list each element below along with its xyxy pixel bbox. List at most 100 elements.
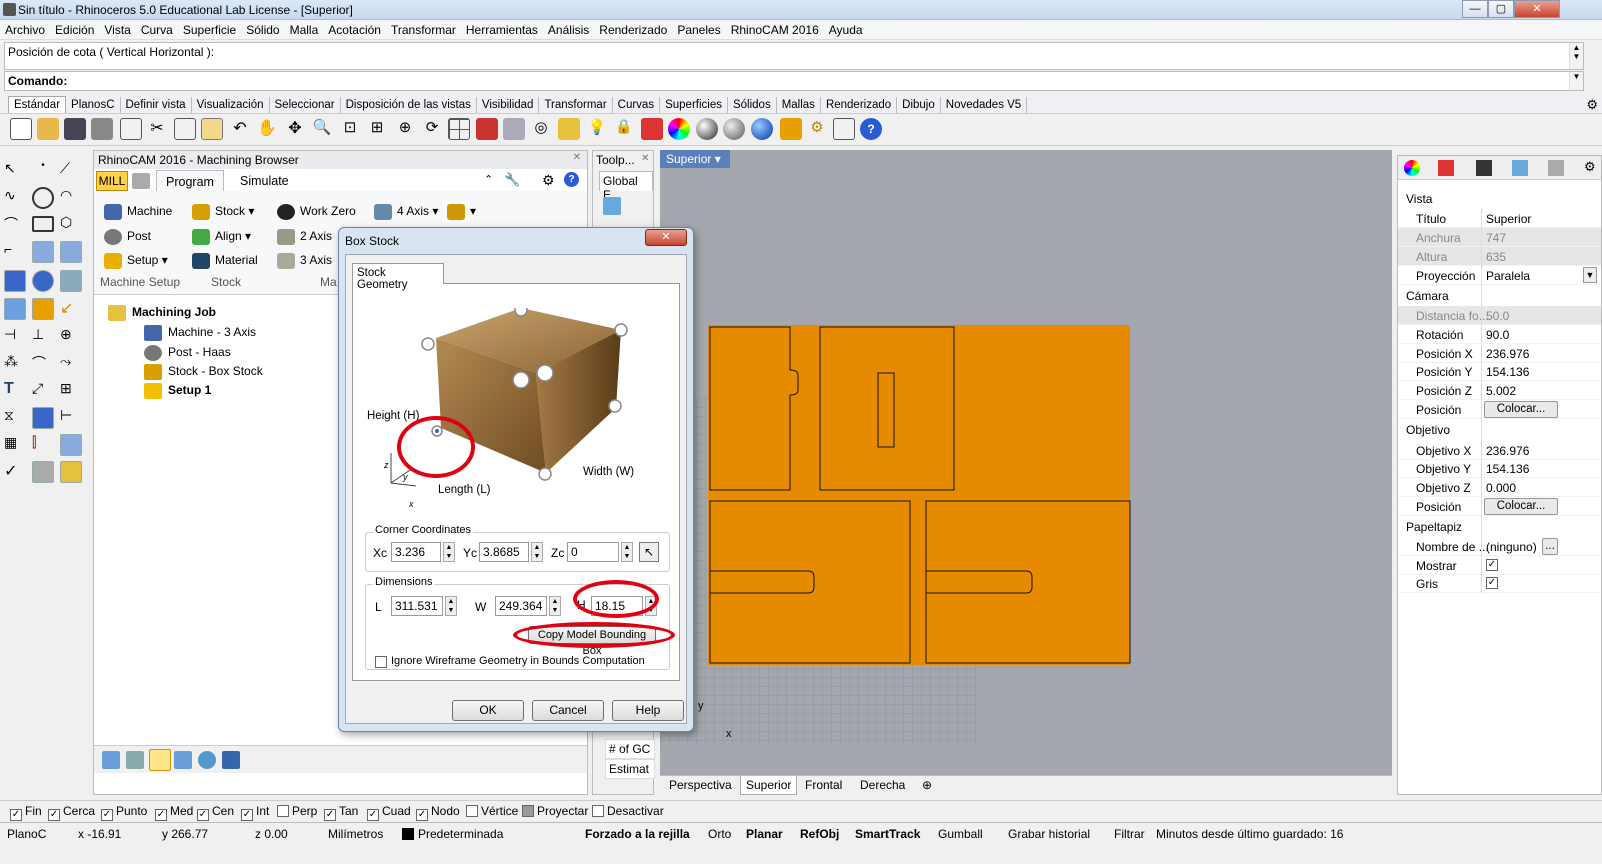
menu-vista[interactable]: Vista	[99, 20, 135, 40]
rectangle-icon[interactable]	[32, 216, 54, 232]
menu-ayuda[interactable]: Ayuda	[824, 20, 868, 40]
bottom-tool-2-icon[interactable]	[126, 751, 144, 769]
osnap-int[interactable]: ✓ Int	[241, 804, 269, 821]
corner-handle-bottom[interactable]	[538, 467, 552, 481]
ignore-wireframe-checkbox[interactable]	[375, 656, 387, 668]
command-line-scrollbar[interactable]: ▼	[1569, 72, 1583, 90]
tree-machine[interactable]: Machine - 3 Axis	[144, 325, 256, 341]
status-refobj[interactable]: RefObj	[800, 827, 839, 841]
osnap-cerca[interactable]: ✓ Cerca	[48, 804, 95, 821]
tab-estandar[interactable]: Estándar	[8, 96, 67, 113]
osnap-med[interactable]: ✓ Med	[155, 804, 193, 821]
xc-input[interactable]: 3.236	[391, 542, 441, 562]
tab-disposicion[interactable]: Disposición de las vistas	[341, 97, 477, 113]
osnap-tan[interactable]: ✓ Tan	[324, 804, 358, 821]
new-file-icon[interactable]	[10, 118, 32, 140]
setup-button[interactable]: Setup ▾	[104, 250, 168, 270]
rotate-view-icon[interactable]: ⟳	[421, 118, 443, 140]
grid-array-icon[interactable]: ▦	[4, 434, 26, 456]
4-axis-button[interactable]: 4 Axis ▾	[374, 201, 438, 221]
dimension-left-icon[interactable]: ⊢	[60, 407, 82, 429]
prop-rotacion[interactable]: Rotación 90.0	[1398, 325, 1601, 344]
select-arrow-icon[interactable]: ↖	[4, 160, 26, 182]
gris-checkbox[interactable]: ✓	[1486, 577, 1498, 589]
pan-hand-icon[interactable]: ✋	[256, 118, 278, 140]
zoom-icon[interactable]: 🔍	[311, 118, 333, 140]
tab-simulate[interactable]: Simulate	[240, 174, 289, 188]
menu-paneles[interactable]: Paneles	[672, 20, 725, 40]
tab-curvas[interactable]: Curvas	[613, 97, 661, 113]
menu-renderizado[interactable]: Renderizado	[594, 20, 672, 40]
check-icon[interactable]: ✓	[4, 461, 26, 483]
osnap-fin[interactable]: ✓ Fin	[10, 804, 42, 821]
nested-parts-drawing[interactable]	[708, 325, 1133, 670]
mill-mode-button[interactable]: MILL	[96, 171, 128, 191]
3-axis-button[interactable]: 3 Axis	[277, 250, 332, 270]
toolpath-icon[interactable]	[603, 197, 621, 215]
properties-viewport-icon[interactable]	[1512, 160, 1528, 176]
render-sphere-icon[interactable]	[696, 118, 718, 140]
dimension-icon[interactable]	[833, 118, 855, 140]
tree-setup[interactable]: Setup 1	[144, 383, 211, 399]
tab-solidos[interactable]: Sólidos	[728, 97, 777, 113]
camera-colocar-button[interactable]: Colocar...	[1484, 401, 1558, 418]
tools-dropdown-button[interactable]: ▾	[447, 201, 476, 221]
save-icon[interactable]	[64, 118, 86, 140]
status-filtrar[interactable]: Filtrar	[1114, 827, 1145, 841]
menu-malla[interactable]: Malla	[285, 20, 324, 40]
corner-handle-center[interactable]	[512, 371, 530, 389]
tools-icon[interactable]: 🔧	[504, 172, 520, 188]
menu-superficie[interactable]: Superficie	[178, 20, 241, 40]
maximize-button[interactable]: ▢	[1488, 0, 1514, 18]
analyze-icon[interactable]	[32, 461, 54, 483]
menu-solido[interactable]: Sólido	[241, 20, 284, 40]
zoom-extents-icon[interactable]: ⊞	[366, 118, 388, 140]
copy-icon[interactable]	[174, 118, 196, 140]
properties-display-icon[interactable]	[1476, 160, 1492, 176]
corner-handle-top-left[interactable]	[421, 337, 435, 351]
sphere-solid-icon[interactable]	[32, 270, 54, 292]
properties-extra-icon[interactable]	[1548, 160, 1564, 176]
osnap-icon[interactable]: ◎	[530, 118, 552, 140]
surface-icon[interactable]	[32, 241, 54, 263]
lock-icon[interactable]: 🔒	[613, 118, 635, 140]
target-colocar-button[interactable]: Colocar...	[1484, 498, 1558, 515]
machine-button[interactable]: Machine	[104, 201, 172, 221]
color-wheel-icon[interactable]	[668, 118, 690, 140]
length-input[interactable]: 311.531	[391, 596, 443, 616]
array-icon[interactable]: ⊞	[60, 380, 82, 402]
split-icon[interactable]: ⊣	[4, 326, 26, 348]
properties-settings-gear-icon[interactable]: ⚙	[1584, 159, 1596, 175]
scale-icon[interactable]: ⤢	[32, 380, 54, 402]
corner-handle-center-right[interactable]	[536, 364, 554, 382]
shaded-sphere-icon[interactable]	[723, 118, 745, 140]
prop-titulo-value[interactable]: Superior	[1486, 212, 1531, 226]
zc-spinner[interactable]: ▲ ▼	[621, 542, 633, 562]
material-button[interactable]: Material	[192, 250, 258, 270]
car-icon[interactable]	[476, 118, 498, 140]
menu-transformar[interactable]: Transformar	[386, 20, 461, 40]
help-button[interactable]: Help	[612, 700, 684, 721]
flag-icon[interactable]	[780, 118, 802, 140]
trim-icon[interactable]: ⊥	[32, 326, 54, 348]
status-layer[interactable]: Predeterminada	[418, 827, 503, 841]
yc-input[interactable]: 3.8685	[479, 542, 529, 562]
zoom-selected-icon[interactable]: ⊕	[394, 118, 416, 140]
corner-handle-top-right[interactable]	[614, 323, 628, 337]
collapse-ribbon-icon[interactable]: ⌃	[484, 173, 493, 186]
undo-icon[interactable]: ↶	[229, 118, 251, 140]
menu-edicion[interactable]: Edición	[50, 20, 99, 40]
tab-superior[interactable]: Superior	[740, 776, 798, 795]
tab-definir-vista[interactable]: Definir vista	[121, 97, 192, 113]
polyline-icon[interactable]: ⟋	[60, 160, 82, 182]
bottom-tool-6-icon[interactable]	[222, 751, 240, 769]
tab-mallas[interactable]: Mallas	[777, 97, 821, 113]
mostrar-checkbox[interactable]: ✓	[1486, 559, 1498, 571]
prop-objetivo-y[interactable]: Objetivo Y 154.136	[1398, 459, 1601, 478]
mode-toggle-icon[interactable]	[132, 173, 150, 189]
help-icon[interactable]: ?	[860, 118, 882, 140]
status-gumball[interactable]: Gumball	[938, 827, 983, 841]
layer-icon[interactable]	[641, 118, 663, 140]
dialog-close-button[interactable]: ✕	[645, 229, 687, 246]
prop-posicion-x[interactable]: Posición X 236.976	[1398, 344, 1601, 363]
